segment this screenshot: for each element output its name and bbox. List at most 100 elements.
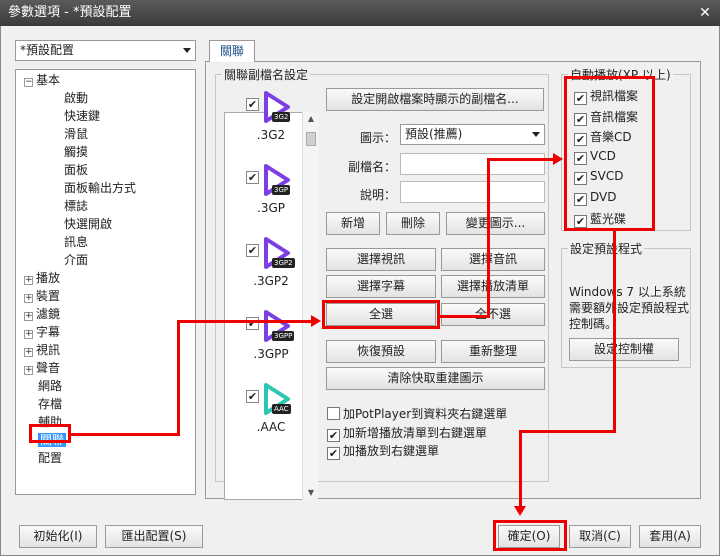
check-icon[interactable]: ✔ [246, 171, 259, 184]
tree-item[interactable]: + 濾鏡 [24, 306, 60, 323]
tree-item[interactable]: 訊息 [64, 234, 88, 251]
expand-icon[interactable]: + [24, 276, 33, 285]
change-icon-button[interactable]: 變更圖示... [446, 212, 545, 235]
ctx-add-checkbox[interactable]: ✔ 加新增播放清單到右鍵選單 [327, 424, 487, 442]
cancel-button[interactable]: 取消(C) [569, 525, 631, 548]
ctx-play-checkbox[interactable]: ✔ 加播放到右鍵選單 [327, 442, 439, 460]
ext-field[interactable] [400, 153, 545, 175]
autoplay-checkbox[interactable]: ✔ DVD [574, 190, 616, 206]
settings-tree[interactable]: − 基本 啟動 快速鍵 滑鼠 觸摸 面板 面板輸出方式 標誌 快選開啟 訊息 介面 + 播放 + 裝置 + 濾鏡 +… [15, 69, 196, 495]
extension-item[interactable]: ✔ 3GP2 .3GP2 [246, 236, 296, 288]
extension-item[interactable]: ✔ 3G2 .3G2 [246, 90, 296, 142]
tree-item-label: 觸摸 [64, 145, 89, 159]
tree-item[interactable]: 輔助 [38, 414, 62, 431]
tree-item[interactable]: 觸摸 [64, 144, 88, 161]
select-audio-button[interactable]: 選擇音訊 [441, 248, 545, 271]
scroll-thumb[interactable] [306, 132, 316, 146]
tab-association[interactable]: 關聯 [209, 40, 255, 62]
autoplay-checkbox[interactable]: ✔ 音樂CD [574, 128, 632, 146]
extension-item[interactable]: ✔ 3GPP .3GPP [246, 309, 296, 361]
check-icon[interactable]: ✔ [574, 92, 587, 105]
tree-item[interactable]: + 視訊 [24, 342, 60, 359]
collapse-icon[interactable]: − [24, 78, 33, 87]
tree-item[interactable]: 配置 [38, 450, 62, 467]
extension-scrollbar[interactable]: ▲ ▼ [302, 112, 318, 500]
tree-item[interactable]: + 播放 [24, 270, 60, 287]
tree-item[interactable]: 標誌 [64, 198, 88, 215]
close-icon[interactable]: ✕ [696, 4, 714, 22]
autoplay-label: 藍光碟 [590, 212, 627, 226]
autoplay-checkbox[interactable]: ✔ 藍光碟 [574, 210, 626, 228]
desc-field[interactable] [400, 181, 545, 203]
check-icon[interactable]: ✔ [574, 133, 587, 146]
check-icon[interactable]: ✔ [574, 192, 587, 206]
tree-item[interactable]: 快速鍵 [64, 108, 100, 125]
tree-item[interactable]: + 聲音 [24, 360, 60, 377]
select-subtitle-button[interactable]: 選擇字幕 [326, 275, 436, 298]
icon-select[interactable]: 預設(推薦) [400, 124, 545, 145]
ctx-folder-checkbox[interactable]: 加PotPlayer到資料夾右鍵選單 [327, 405, 507, 422]
set-control-button[interactable]: 設定控制權 [569, 338, 679, 361]
extension-item[interactable]: ✔ AAC .AAC [246, 382, 296, 434]
tree-item[interactable]: + 裝置 [24, 288, 60, 305]
select-all-button[interactable]: 全選 [326, 303, 436, 326]
tree-item[interactable]: 介面 [64, 252, 88, 269]
tree-item[interactable]: 面板 [64, 162, 88, 179]
window-titlebar: 參數選項 - *預設配置 ✕ [0, 0, 720, 26]
set-open-ext-button[interactable]: 設定開啟檔案時顯示的副檔名... [326, 88, 544, 111]
check-icon[interactable]: ✔ [327, 447, 340, 460]
tree-item[interactable]: 關聯 [38, 432, 67, 449]
tree-item-label: 關聯 [38, 433, 67, 447]
check-icon[interactable]: ✔ [574, 151, 587, 165]
icon-select-value: 預設(推薦) [405, 127, 463, 141]
autoplay-label: DVD [590, 189, 617, 204]
autoplay-checkbox[interactable]: ✔ VCD [574, 149, 616, 165]
ok-button[interactable]: 確定(O) [498, 525, 560, 548]
tree-item-label: 視訊 [36, 343, 61, 357]
select-video-button[interactable]: 選擇視訊 [326, 248, 436, 271]
check-icon[interactable]: ✔ [327, 429, 340, 442]
autoplay-checkbox[interactable]: ✔ SVCD [574, 169, 623, 185]
checkbox-box[interactable] [327, 407, 340, 420]
autoplay-label: SVCD [590, 169, 624, 183]
select-playlist-button[interactable]: 選擇播放清單 [441, 275, 545, 298]
tree-item[interactable]: 滑鼠 [64, 126, 88, 143]
check-icon[interactable]: ✔ [574, 112, 587, 126]
scroll-down-icon[interactable]: ▼ [303, 486, 319, 500]
arrow-right-icon [311, 315, 321, 327]
clear-cache-button[interactable]: 清除快取重建圖示 [326, 367, 545, 390]
check-icon[interactable]: ✔ [574, 215, 587, 228]
autoplay-checkbox[interactable]: ✔ 音訊檔案 [574, 108, 638, 126]
restore-default-button[interactable]: 恢復預設 [326, 340, 436, 363]
check-icon[interactable]: ✔ [574, 172, 587, 185]
reorganize-button[interactable]: 重新整理 [441, 340, 545, 363]
tree-item[interactable]: 面板輸出方式 [64, 180, 136, 197]
check-icon[interactable]: ✔ [246, 390, 259, 403]
select-none-button[interactable]: 全不選 [441, 303, 545, 326]
tree-item[interactable]: 存檔 [38, 396, 62, 413]
scroll-up-icon[interactable]: ▲ [303, 112, 319, 126]
tree-item[interactable]: 啟動 [64, 90, 88, 107]
expand-icon[interactable]: + [24, 294, 33, 303]
tree-item[interactable]: 網路 [38, 378, 62, 395]
profile-select[interactable]: *預設配置 [15, 40, 196, 61]
check-icon[interactable]: ✔ [246, 317, 259, 330]
tree-item[interactable]: + 字幕 [24, 324, 60, 341]
apply-button[interactable]: 套用(A) [639, 525, 701, 548]
tree-item[interactable]: − 基本 [24, 72, 60, 89]
delete-button[interactable]: 刪除 [386, 212, 440, 235]
expand-icon[interactable]: + [24, 330, 33, 339]
expand-icon[interactable]: + [24, 312, 33, 321]
expand-icon[interactable]: + [24, 366, 33, 375]
autoplay-checkbox[interactable]: ✔ 視訊檔案 [574, 87, 638, 105]
expand-icon[interactable]: + [24, 348, 33, 357]
check-icon[interactable]: ✔ [246, 98, 259, 111]
tree-item-label: 面板 [64, 163, 89, 177]
add-button[interactable]: 新增 [326, 212, 380, 235]
export-button[interactable]: 匯出配置(S) [105, 525, 203, 548]
format-tag: AAC [272, 404, 291, 414]
initialize-button[interactable]: 初始化(I) [19, 525, 97, 548]
tree-item[interactable]: 快選開啟 [64, 216, 112, 233]
check-icon[interactable]: ✔ [246, 244, 259, 257]
extension-item[interactable]: ✔ 3GP .3GP [246, 163, 296, 215]
